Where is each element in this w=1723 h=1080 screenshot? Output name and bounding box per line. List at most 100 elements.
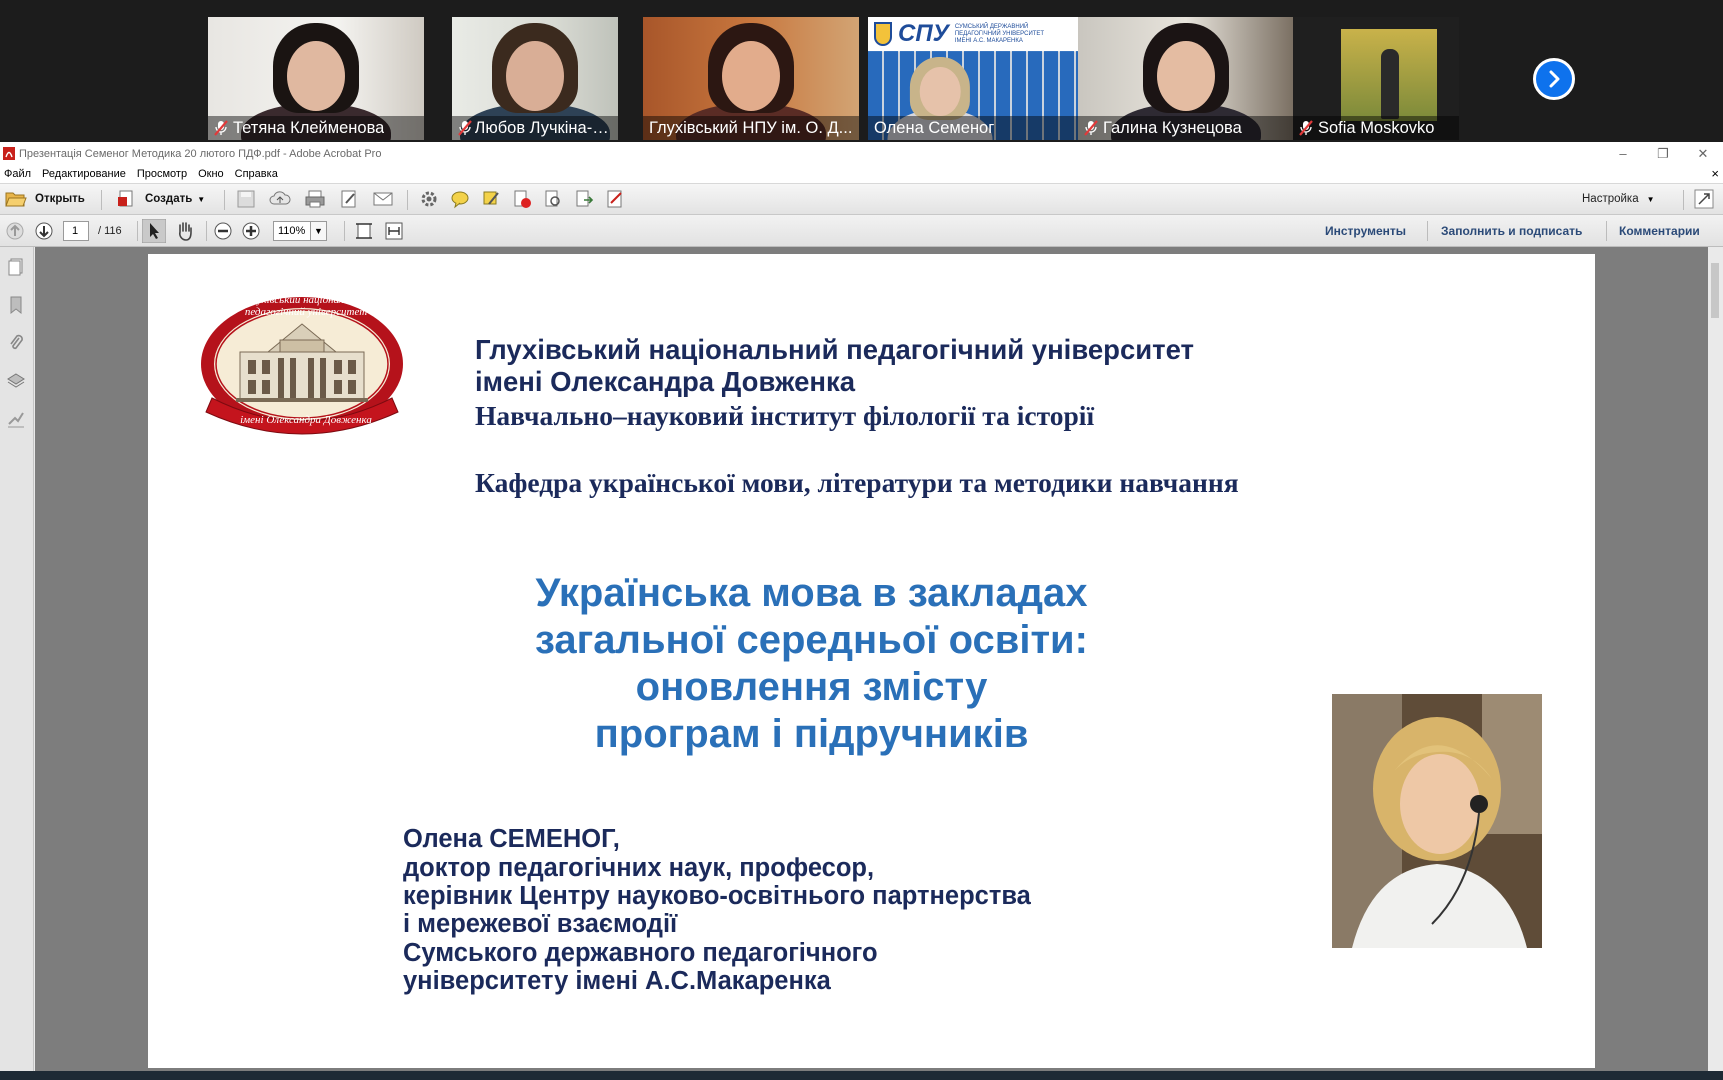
menu-file[interactable]: Файл: [0, 168, 38, 180]
next-participants-button[interactable]: [1533, 58, 1575, 100]
page-thumbnails-icon[interactable]: [6, 257, 26, 277]
participant-name: Галина Кузнецова: [1103, 118, 1242, 137]
edit-document-icon[interactable]: [339, 189, 359, 209]
participant-tile[interactable]: Галина Кузнецова: [1078, 17, 1294, 140]
fill-sign-label: Заполнить и подписать: [1441, 223, 1583, 238]
print-icon[interactable]: [304, 189, 326, 209]
participant-name-bar: Олена Семеног: [868, 116, 1080, 140]
email-icon[interactable]: [372, 189, 394, 209]
zoom-select[interactable]: 110% ▼: [273, 220, 327, 241]
fill-sign-panel-link[interactable]: Заполнить и подписать: [1441, 215, 1582, 246]
muted-mic-icon: [458, 120, 472, 136]
participant-name-bar: Глухівський НПУ ім. О. Д...: [643, 116, 859, 140]
department-name: Кафедра української мови, літератури та …: [475, 467, 1239, 498]
next-page-icon[interactable]: [34, 221, 54, 241]
expand-icon[interactable]: [1694, 189, 1714, 209]
university-name-line1: Глухівський національний педагогічний ун…: [475, 334, 1195, 365]
navigation-pane: [0, 247, 34, 1080]
create-label: Создать: [145, 193, 193, 205]
participant-tile[interactable]: Sofia Moskovko: [1293, 17, 1459, 140]
title-bar: Презентація Семеног Методика 20 лютого П…: [0, 142, 1723, 165]
customize-dropdown[interactable]: Настройка ▼: [1582, 184, 1655, 214]
participant-name: Любов Лучкіна-Загор...: [474, 118, 619, 137]
participant-tile[interactable]: Глухівський НПУ ім. О. Д...: [643, 17, 859, 140]
comment-icon[interactable]: [450, 189, 470, 209]
close-button[interactable]: ✕: [1683, 142, 1723, 165]
comments-panel-link[interactable]: Комментарии: [1619, 215, 1700, 246]
vertical-scrollbar[interactable]: [1708, 247, 1723, 1076]
highlight-icon[interactable]: [481, 189, 501, 209]
open-button[interactable]: Открыть: [5, 184, 85, 214]
participant-tile[interactable]: Тетяна Клейменова: [208, 17, 424, 140]
cloud-upload-icon[interactable]: [269, 189, 291, 209]
background-sign: СПУ СУМСЬКИЙ ДЕРЖАВНИЙ ПЕДАГОГІЧНИЙ УНІВЕ…: [868, 17, 1080, 51]
close-document-icon[interactable]: ×: [1711, 166, 1719, 181]
dropdown-arrow-icon: ▼: [197, 194, 206, 204]
chevron-right-icon: [1549, 70, 1560, 88]
dropdown-arrow-icon: ▼: [311, 220, 327, 241]
zoom-in-icon[interactable]: [241, 221, 261, 241]
video-strip: Тетяна Клейменова Любов Лучкіна-Загор... Г…: [0, 0, 1723, 142]
seal-arc-text: Глухівський національний педагогічний ун…: [244, 294, 368, 318]
open-label: Открыть: [35, 193, 85, 205]
participant-name-bar: Sofia Moskovko: [1293, 116, 1459, 140]
document-search-icon[interactable]: [543, 189, 563, 209]
title-line: оновлення змісту: [635, 665, 988, 709]
navigation-toolbar: 1 / 116 110% ▼ Инструменты Заполнить и п: [0, 215, 1723, 247]
participant-name: Тетяна Клейменова: [233, 118, 385, 137]
muted-mic-icon: [1084, 120, 1098, 136]
dropdown-arrow-icon: ▼: [1646, 194, 1655, 204]
customize-label: Настройка: [1582, 193, 1639, 205]
previous-page-icon[interactable]: [5, 221, 25, 241]
participant-name: Sofia Moskovko: [1318, 118, 1435, 137]
pdf-page: Глухівський національний педагогічний ун…: [148, 254, 1595, 1068]
institute-name: Навчально–науковий інститут філології та…: [475, 400, 1095, 431]
acrobat-logo-icon: [3, 147, 15, 160]
zoom-value: 110%: [273, 220, 311, 241]
university-emblem-icon: [874, 22, 892, 46]
seal-ribbon-text: імені Олександра Довженка: [240, 414, 372, 426]
participant-tile[interactable]: СПУ СУМСЬКИЙ ДЕРЖАВНИЙ ПЕДАГОГІЧНИЙ УНІВЕ…: [868, 17, 1080, 140]
menu-window[interactable]: Окно: [194, 168, 231, 180]
gear-icon[interactable]: [419, 189, 439, 209]
fit-page-icon[interactable]: [354, 221, 374, 241]
fit-width-icon[interactable]: [384, 221, 404, 241]
tools-label: Инструменты: [1325, 223, 1407, 238]
save-icon[interactable]: [236, 189, 256, 209]
menu-help[interactable]: Справка: [231, 168, 285, 180]
hand-tool-icon[interactable]: [174, 220, 196, 242]
author-line: доктор педагогічних наук, професор,: [403, 854, 875, 882]
delete-page-icon[interactable]: [512, 189, 532, 209]
minimize-button[interactable]: –: [1603, 142, 1643, 165]
create-button[interactable]: Создать ▼: [117, 184, 205, 214]
author-line: Сумського державного педагогічного: [403, 939, 878, 967]
signatures-icon[interactable]: [6, 409, 26, 429]
tools-panel-link[interactable]: Инструменты: [1325, 215, 1406, 246]
export-icon[interactable]: [574, 189, 594, 209]
form-icon[interactable]: [605, 189, 625, 209]
zoom-out-icon[interactable]: [213, 221, 233, 241]
comments-label: Комментарии: [1619, 223, 1700, 238]
menu-edit[interactable]: Редактирование: [38, 168, 133, 180]
create-pdf-icon: [118, 190, 133, 207]
select-tool-icon[interactable]: [142, 218, 166, 243]
total-pages: / 116: [98, 224, 122, 237]
restore-button[interactable]: ❐: [1643, 142, 1683, 165]
taskbar-edge: [0, 1071, 1723, 1080]
folder-open-icon: [5, 192, 27, 207]
sign-acronym: СПУ: [898, 20, 949, 47]
bookmarks-icon[interactable]: [6, 295, 26, 315]
muted-mic-icon: [214, 120, 228, 136]
page-number-input[interactable]: 1: [63, 220, 89, 241]
participant-name: Глухівський НПУ ім. О. Д...: [649, 118, 853, 137]
participant-name-bar: Галина Кузнецова: [1078, 116, 1294, 140]
participant-name-bar: Тетяна Клейменова: [208, 116, 424, 140]
author-photo: [1332, 694, 1542, 948]
author-line: керівник Центру науково-освітнього партн…: [403, 882, 1031, 910]
attachments-icon[interactable]: [6, 333, 26, 353]
title-line: загальної середньої освіти:: [535, 618, 1088, 662]
menu-view[interactable]: Просмотр: [133, 168, 194, 180]
profile-picture: [1341, 29, 1437, 121]
participant-tile[interactable]: Любов Лучкіна-Загор...: [452, 17, 618, 140]
layers-icon[interactable]: [6, 371, 26, 391]
